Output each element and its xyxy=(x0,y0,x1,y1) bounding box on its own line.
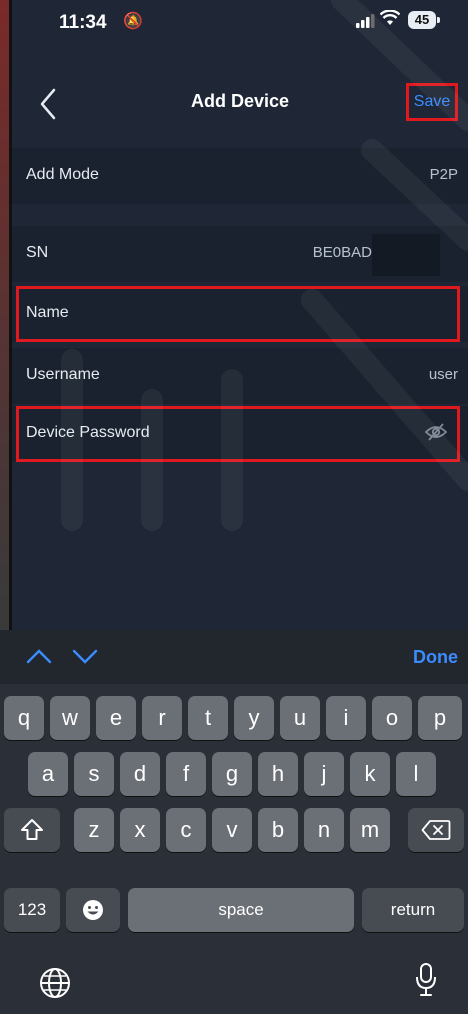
return-key[interactable]: return xyxy=(362,888,464,932)
key-q[interactable]: q xyxy=(4,696,44,740)
cellular-signal-icon xyxy=(356,14,375,28)
key-j[interactable]: j xyxy=(304,752,344,796)
status-time: 11:34 xyxy=(59,12,107,33)
key-n[interactable]: n xyxy=(304,808,344,852)
section-divider xyxy=(12,204,468,224)
key-o[interactable]: o xyxy=(372,696,412,740)
key-u[interactable]: u xyxy=(280,696,320,740)
numbers-key[interactable]: 123 xyxy=(4,888,60,932)
username-label: Username xyxy=(26,366,100,383)
key-k[interactable]: k xyxy=(350,752,390,796)
key-l[interactable]: l xyxy=(396,752,436,796)
key-p[interactable]: p xyxy=(418,696,462,740)
key-r[interactable]: r xyxy=(142,696,182,740)
key-g[interactable]: g xyxy=(212,752,252,796)
key-z[interactable]: z xyxy=(74,808,114,852)
key-y[interactable]: y xyxy=(234,696,274,740)
add-mode-value: P2P xyxy=(429,166,458,183)
smiley-face-icon xyxy=(83,900,103,920)
sn-label: SN xyxy=(26,244,49,261)
status-bar: 11:34 🔕 45 xyxy=(12,0,468,44)
save-button[interactable]: Save xyxy=(406,83,458,121)
globe-icon[interactable] xyxy=(38,966,72,1000)
keyboard-toolbar: Done xyxy=(0,630,468,684)
key-w[interactable]: w xyxy=(50,696,90,740)
shift-key[interactable] xyxy=(4,808,60,852)
key-s[interactable]: s xyxy=(74,752,114,796)
battery-indicator: 45 xyxy=(408,11,440,29)
keyboard: Done q w e r t y u i o p a s d f g h j k… xyxy=(0,630,468,1014)
delete-key[interactable] xyxy=(408,808,464,852)
wifi-icon xyxy=(380,10,400,25)
key-t[interactable]: t xyxy=(188,696,228,740)
chevron-up-icon[interactable] xyxy=(26,648,52,664)
key-v[interactable]: v xyxy=(212,808,252,852)
key-f[interactable]: f xyxy=(166,752,206,796)
shift-arrow-icon xyxy=(21,819,43,840)
name-highlight-box xyxy=(16,286,460,342)
add-mode-label: Add Mode xyxy=(26,166,99,183)
username-row[interactable]: Username user xyxy=(12,348,468,404)
backspace-icon xyxy=(421,820,451,840)
emoji-key[interactable] xyxy=(66,888,120,932)
key-m[interactable]: m xyxy=(350,808,390,852)
password-highlight-box xyxy=(16,406,460,462)
redaction-box xyxy=(372,234,440,276)
username-value: user xyxy=(428,366,458,383)
sn-row[interactable]: SN BE0BADE xyxy=(12,226,468,282)
key-i[interactable]: i xyxy=(326,696,366,740)
chevron-down-icon[interactable] xyxy=(72,648,98,664)
bell-slash-icon: 🔕 xyxy=(123,13,143,30)
key-a[interactable]: a xyxy=(28,752,68,796)
key-c[interactable]: c xyxy=(166,808,206,852)
page-title: Add Device xyxy=(190,91,290,111)
key-h[interactable]: h xyxy=(258,752,298,796)
key-e[interactable]: e xyxy=(96,696,136,740)
add-mode-row[interactable]: Add Mode P2P xyxy=(12,148,468,204)
microphone-icon[interactable] xyxy=(414,962,438,998)
navigation-bar: Add Device Save xyxy=(12,74,468,130)
key-d[interactable]: d xyxy=(120,752,160,796)
space-key[interactable]: space xyxy=(128,888,354,932)
key-b[interactable]: b xyxy=(258,808,298,852)
done-button[interactable]: Done xyxy=(413,647,458,668)
key-x[interactable]: x xyxy=(120,808,160,852)
